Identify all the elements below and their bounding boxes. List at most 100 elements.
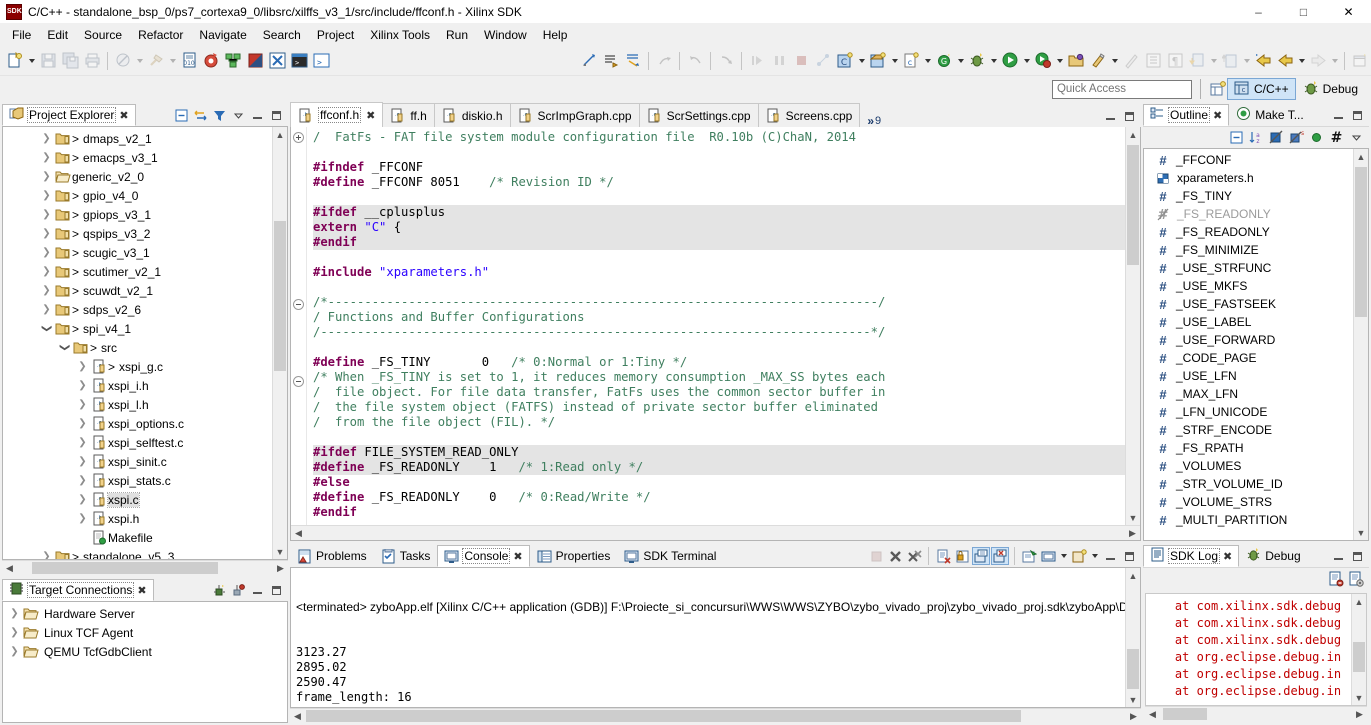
close-icon[interactable]: ✖ xyxy=(513,550,522,563)
chevron-right-icon[interactable]: ❯ xyxy=(39,190,54,201)
tree-item[interactable]: ❯ > scuwdt_v2_1 xyxy=(3,281,272,300)
tab-debug-log[interactable]: Debug xyxy=(1239,545,1308,567)
perspective-cpp[interactable]: c C/C++ xyxy=(1226,78,1296,100)
tree-item[interactable]: ❯ > gpio_v4_0 xyxy=(3,186,272,205)
chevron-right-icon[interactable]: ❯ xyxy=(75,437,90,448)
chevron-right-icon[interactable]: ❯ xyxy=(7,646,22,657)
shell-icon[interactable]: > xyxy=(310,49,332,73)
chevron-right-icon[interactable]: ❯ xyxy=(75,380,90,391)
scroll-left-icon[interactable]: ◀ xyxy=(290,709,305,723)
sdk-log-vscrollbar[interactable]: ▲ ▼ xyxy=(1351,594,1366,705)
hammer-dropdown-arrow[interactable] xyxy=(167,49,178,73)
maximize-icon[interactable] xyxy=(1348,106,1366,124)
outline-item[interactable]: # _FS_READONLY xyxy=(1144,205,1353,223)
bsp-icon[interactable] xyxy=(244,49,266,73)
skip-breakpoints-icon[interactable] xyxy=(622,49,644,73)
project-tree-hscrollbar[interactable]: ◀ ▶ xyxy=(2,560,288,575)
build-icon[interactable] xyxy=(112,49,134,73)
scroll-up-icon[interactable]: ▲ xyxy=(273,127,287,142)
scroll-up-icon[interactable]: ▲ xyxy=(1354,149,1368,164)
suspend-icon[interactable] xyxy=(768,49,790,73)
outline-vscrollbar[interactable]: ▲ ▼ xyxy=(1353,149,1368,540)
menu-project[interactable]: Project xyxy=(309,25,362,45)
menu-navigate[interactable]: Navigate xyxy=(191,25,254,45)
back-star-icon[interactable] xyxy=(1252,49,1274,73)
close-icon[interactable]: ✖ xyxy=(366,109,375,122)
menu-run[interactable]: Run xyxy=(438,25,476,45)
clear-console-icon[interactable] xyxy=(934,547,952,565)
tree-item[interactable]: ❯ > sdps_v2_6 xyxy=(3,300,272,319)
collapse-fold-icon[interactable] xyxy=(293,299,304,310)
save-icon[interactable] xyxy=(37,49,59,73)
project-tree[interactable]: ❯ > dmaps_v2_1 ❯ > emacps_v3_1 ❯ generic_v2_0 ❯ >… xyxy=(3,127,272,559)
scroll-down-icon[interactable]: ▼ xyxy=(273,544,287,559)
scroll-right-icon[interactable]: ▶ xyxy=(1126,709,1141,723)
hw-platform-icon[interactable] xyxy=(222,49,244,73)
collapse-all-icon[interactable] xyxy=(172,106,190,124)
tree-item[interactable]: ❯ > qspips_v3_2 xyxy=(3,224,272,243)
scroll-up-icon[interactable]: ▲ xyxy=(1126,568,1140,583)
fold-toggle[interactable] xyxy=(291,132,306,147)
outline-item[interactable]: # _USE_MKFS xyxy=(1144,277,1353,295)
folding-gutter[interactable] xyxy=(291,127,307,525)
quick-access-input[interactable] xyxy=(1051,79,1192,99)
pilcrow-icon[interactable]: ¶ xyxy=(1164,49,1186,73)
block-selection-icon[interactable] xyxy=(1142,49,1164,73)
chevron-right-icon[interactable]: ❯ xyxy=(39,133,54,144)
menu-file[interactable]: File xyxy=(4,25,39,45)
more-editor-tabs-button[interactable]: » 9 xyxy=(859,103,889,127)
tree-item[interactable]: Makefile xyxy=(3,528,272,547)
perspective-debug[interactable]: Debug xyxy=(1296,78,1365,100)
editor-tab[interactable]: .c Screens.cpp xyxy=(757,103,861,127)
close-window-button[interactable]: ✕ xyxy=(1326,0,1371,24)
show-console-on-output-icon[interactable] xyxy=(972,547,990,565)
hscroll-thumb[interactable] xyxy=(306,710,1021,722)
build-dropdown-arrow[interactable] xyxy=(134,49,145,73)
editor-tab[interactable]: .c diskio.h xyxy=(433,103,511,127)
minimize-icon[interactable] xyxy=(248,106,266,124)
console-vscrollbar[interactable]: ▲ ▼ xyxy=(1125,568,1140,707)
new-class-dropdown-arrow[interactable] xyxy=(955,49,966,73)
chevron-right-icon[interactable]: ❯ xyxy=(75,399,90,410)
scroll-down-icon[interactable]: ▼ xyxy=(1126,692,1140,707)
forward-arrow-icon[interactable] xyxy=(1307,49,1329,73)
scroll-right-icon[interactable]: ▶ xyxy=(273,561,288,575)
outline-item[interactable]: # _STRF_ENCODE xyxy=(1144,421,1353,439)
outline-item[interactable]: # _LFN_UNICODE xyxy=(1144,403,1353,421)
menu-refactor[interactable]: Refactor xyxy=(130,25,191,45)
program-fpga-icon[interactable]: 010 xyxy=(178,49,200,73)
hide-non-public-icon[interactable] xyxy=(1307,129,1325,147)
editor-hscrollbar[interactable]: ◀ ▶ xyxy=(291,525,1140,540)
tree-item[interactable]: ❯ .c xspi_stats.c xyxy=(3,471,272,490)
tab-project-explorer[interactable]: Project Explorer ✖ xyxy=(2,104,136,126)
chevron-right-icon[interactable]: ❯ xyxy=(75,494,90,505)
scroll-right-icon[interactable]: ▶ xyxy=(1125,526,1140,540)
remove-all-terminated-icon[interactable] xyxy=(905,547,923,565)
collapse-fold-icon[interactable] xyxy=(293,376,304,387)
minimize-window-button[interactable]: – xyxy=(1236,0,1281,24)
target-connection-item[interactable]: ❯ Linux TCF Agent xyxy=(3,623,287,642)
tree-item[interactable]: ❯ .c xspi.c xyxy=(3,490,272,509)
scroll-left-icon[interactable]: ◀ xyxy=(291,526,306,540)
scroll-thumb[interactable] xyxy=(1355,167,1367,317)
chevron-right-icon[interactable]: ❯ xyxy=(75,361,90,372)
search-marker-icon[interactable] xyxy=(1087,49,1109,73)
show-build-config-icon[interactable] xyxy=(600,49,622,73)
prev-annotation-dropdown-arrow[interactable] xyxy=(1241,49,1252,73)
outline-item[interactable]: # _VOLUME_STRS xyxy=(1144,493,1353,511)
back-dropdown-arrow[interactable] xyxy=(1296,49,1307,73)
scroll-thumb[interactable] xyxy=(274,221,286,371)
tree-item[interactable]: ❯ > emacps_v3_1 xyxy=(3,148,272,167)
new-window-icon[interactable] xyxy=(1349,49,1371,73)
menu-window[interactable]: Window xyxy=(476,25,535,45)
outline-item[interactable]: # _USE_FORWARD xyxy=(1144,331,1353,349)
chevron-right-icon[interactable]: ❯ xyxy=(39,247,54,258)
console-tab[interactable]: Tasks xyxy=(373,545,438,567)
delete-target-connection-icon[interactable] xyxy=(229,581,247,599)
tree-item[interactable]: ❯ .c > xspi_g.c xyxy=(3,357,272,376)
open-folder-icon[interactable] xyxy=(1065,49,1087,73)
maximize-icon[interactable] xyxy=(267,106,285,124)
tree-item[interactable]: ❯ > scutimer_v2_1 xyxy=(3,262,272,281)
scroll-down-icon[interactable]: ▼ xyxy=(1354,525,1368,540)
target-connection-item[interactable]: ❯ QEMU TcfGdbClient xyxy=(3,642,287,661)
